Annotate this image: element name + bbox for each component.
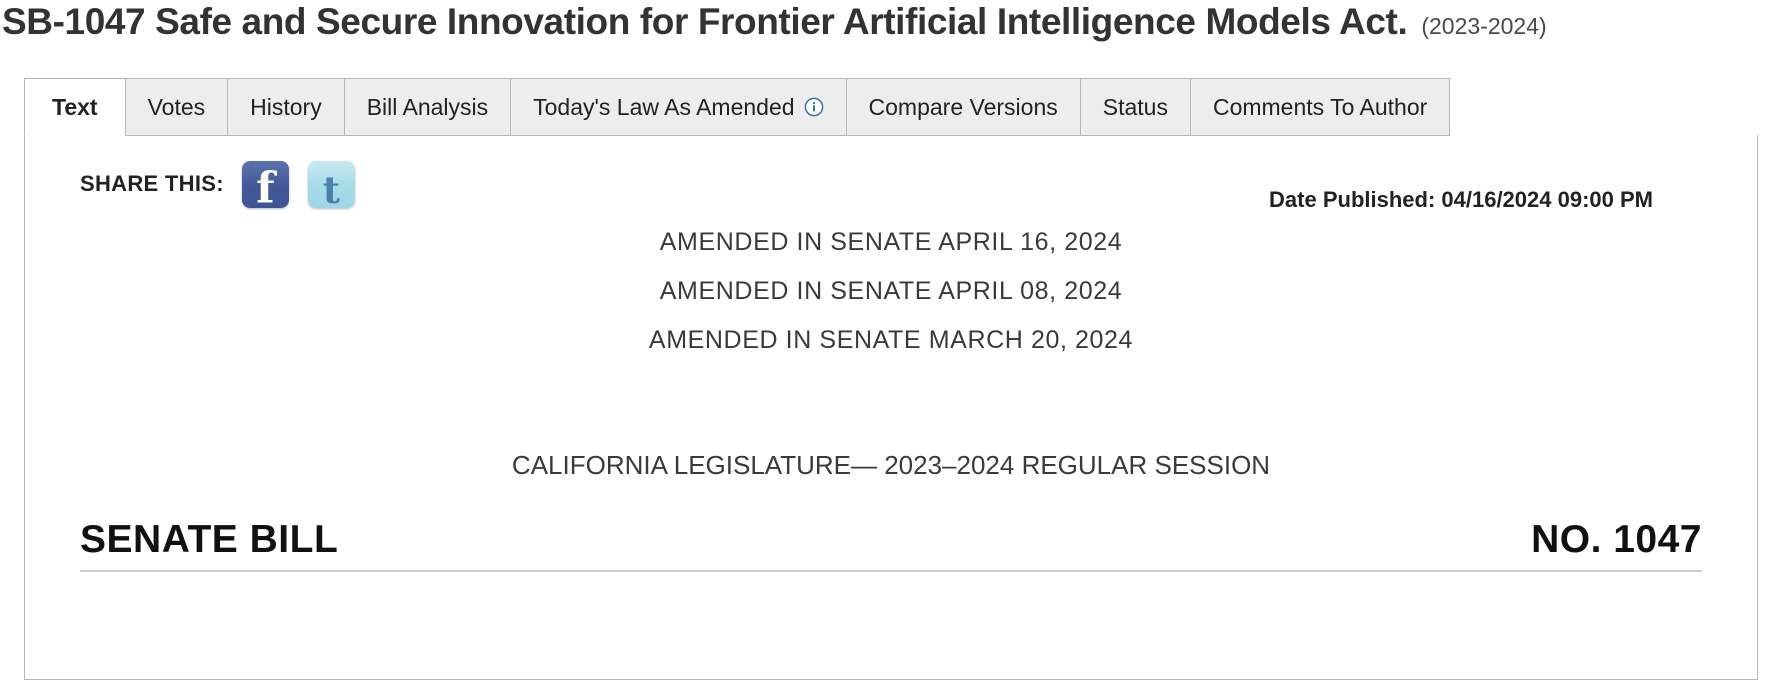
bill-number-label: NO. 1047 <box>1531 518 1702 561</box>
tab-compare-versions[interactable]: Compare Versions <box>846 78 1081 136</box>
tab-status[interactable]: Status <box>1080 78 1191 136</box>
amendment-line: AMENDED IN SENATE APRIL 16, 2024 <box>659 228 1123 256</box>
twitter-glyph: t <box>322 167 340 212</box>
twitter-share-icon[interactable]: t <box>307 160 355 212</box>
tab-todays-law-as-amended[interactable]: Today's Law As Amended <box>511 78 847 136</box>
tab-label: Comments To Author <box>1212 93 1428 120</box>
amendment-line: AMENDED IN SENATE APRIL 08, 2024 <box>659 277 1123 305</box>
amendment-line: AMENDED IN SENATE MARCH 20, 2024 <box>648 326 1134 354</box>
facebook-share-icon[interactable]: f <box>241 160 289 214</box>
tab-text[interactable]: Text <box>24 78 126 136</box>
share-this-row: SHARE THIS: f t <box>80 153 374 215</box>
info-icon[interactable] <box>804 97 824 117</box>
tab-label: Bill Analysis <box>366 93 489 120</box>
facebook-glyph: f <box>256 163 275 214</box>
bill-text-panel: SHARE THIS: f t Date Published: 04/16/20… <box>24 135 1758 680</box>
tab-bar: Text Votes History Bill Analysis Today's… <box>24 78 1758 136</box>
share-this-label: SHARE THIS: <box>80 171 224 196</box>
tab-label: History <box>250 93 322 120</box>
session-years-text: (2023-2024) <box>1421 13 1547 39</box>
bill-type-label: SENATE BILL <box>80 518 339 561</box>
tab-label: Status <box>1102 93 1168 120</box>
tab-list: Text Votes History Bill Analysis Today's… <box>24 78 1758 136</box>
tab-label: Text <box>52 93 98 120</box>
amendment-history-block: AMENDED IN SENATE APRIL 16, 2024 AMENDED… <box>25 218 1757 365</box>
tab-comments-to-author[interactable]: Comments To Author <box>1190 78 1451 136</box>
bill-heading: SENATE BILL NO. 1047 <box>80 520 1702 572</box>
page-title: SB-1047 Safe and Secure Innovation for F… <box>0 0 1782 56</box>
tab-votes[interactable]: Votes <box>125 78 229 136</box>
date-published: Date Published: 04/16/2024 09:00 PM <box>1269 187 1653 212</box>
legislature-session-line: CALIFORNIA LEGISLATURE— 2023–2024 REGULA… <box>511 450 1271 480</box>
tab-label: Compare Versions <box>868 93 1058 120</box>
tab-label: Votes <box>147 93 206 120</box>
tab-label: Today's Law As Amended <box>533 93 795 120</box>
tab-history[interactable]: History <box>228 78 345 136</box>
bill-title-text: SB-1047 Safe and Secure Innovation for F… <box>2 1 1408 42</box>
tab-bill-analysis[interactable]: Bill Analysis <box>344 78 512 136</box>
